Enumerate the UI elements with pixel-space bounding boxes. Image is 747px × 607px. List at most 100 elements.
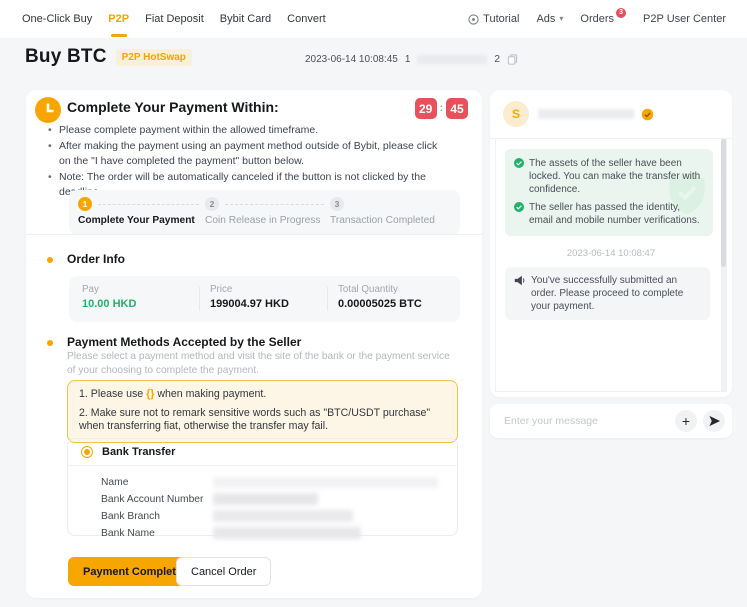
nav-item-tutorial[interactable]: Tutorial <box>468 0 519 38</box>
nav-item-p2p-user-center[interactable]: P2P User Center <box>643 0 726 38</box>
payment-panel: Complete Your Payment Within: 29 : 45 Pl… <box>26 90 482 598</box>
step-3-circle: 3 <box>330 197 344 211</box>
bank-bankname-label: Bank Name <box>101 528 213 539</box>
payment-timer: 29 : 45 <box>415 98 468 119</box>
redacted-value <box>213 510 353 522</box>
timer-minutes: 29 <box>415 98 437 119</box>
bank-account-label: Bank Account Number <box>101 494 213 505</box>
nav-item-bybit-card[interactable]: Bybit Card <box>220 0 271 38</box>
step-2-label: Coin Release in Progress <box>205 215 321 226</box>
order-info-title: Order Info <box>67 252 125 266</box>
nav-item-p2p[interactable]: P2P <box>108 0 129 38</box>
instruction-item: Please complete payment within the allow… <box>46 123 450 138</box>
chat-input-bar: + <box>490 404 732 438</box>
check-circle-icon <box>514 202 524 212</box>
seller-notice-box: 1. Please use {} when making payment. 2.… <box>67 380 458 443</box>
bank-detail-row: Name <box>101 474 444 490</box>
redacted-value <box>213 477 438 488</box>
price-label: Price <box>210 284 232 295</box>
timer-colon: : <box>440 103 443 114</box>
order-info-box: Pay 10.00 HKD Price 199004.97 HKD Total … <box>69 276 460 322</box>
chat-panel: S The assets of the seller have been loc… <box>490 90 732 397</box>
order-no-redacted <box>417 55 487 64</box>
seller-notice-line-1: 1. Please use {} when making payment. <box>79 388 446 402</box>
top-nav: One-Click Buy P2P Fiat Deposit Bybit Car… <box>0 0 747 38</box>
pay-value: 10.00 HKD <box>82 298 136 310</box>
step-1-circle: 1 <box>78 197 92 211</box>
field-divider <box>327 287 328 311</box>
page-title: Buy BTC <box>25 46 107 68</box>
step-3-label: Transaction Completed <box>330 215 435 226</box>
message-input[interactable] <box>504 415 669 427</box>
page-header: Buy BTC P2P HotSwap <box>25 46 192 68</box>
chat-timestamp: 2023-06-14 10:08:47 <box>496 248 726 259</box>
nav-item-ads[interactable]: Ads ▾ <box>536 0 563 38</box>
orders-count-badge: 3 <box>616 8 626 18</box>
safety-notice-item: The assets of the seller have been locke… <box>514 157 704 196</box>
pay-label: Pay <box>82 284 99 295</box>
payment-deadline-title: Complete Your Payment Within: <box>67 99 279 115</box>
order-no-start: 1 <box>405 54 411 65</box>
payment-methods-title: Payment Methods Accepted by the Seller <box>67 335 301 349</box>
section-dot-icon <box>47 257 53 263</box>
seller-name-redacted <box>538 109 634 119</box>
nav-item-one-click-buy[interactable]: One-Click Buy <box>22 0 92 38</box>
redacted-value <box>213 527 361 539</box>
megaphone-icon <box>514 275 525 286</box>
total-quantity-label: Total Quantity <box>338 284 398 295</box>
safety-notice-box: The assets of the seller have been locke… <box>505 149 713 236</box>
attach-button[interactable]: + <box>675 410 697 432</box>
seller-notice-line-2: 2. Make sure not to remark sensitive wor… <box>79 407 446 434</box>
bank-detail-row: Bank Branch <box>101 508 444 524</box>
section-divider <box>26 234 482 235</box>
tutorial-label: Tutorial <box>483 0 519 38</box>
system-message-bubble: You've successfully submitted an order. … <box>505 267 710 320</box>
cancel-order-button[interactable]: Cancel Order <box>176 557 271 586</box>
price-value: 199004.97 HKD <box>210 298 289 310</box>
check-circle-icon <box>514 158 524 168</box>
send-icon <box>708 415 721 427</box>
progress-steps: 1 2 3 Complete Your Payment Coin Release… <box>69 190 460 235</box>
nav-item-fiat-deposit[interactable]: Fiat Deposit <box>145 0 204 38</box>
ads-label: Ads <box>536 0 555 38</box>
bank-details: Name Bank Account Number Bank Branch Ban… <box>68 466 457 541</box>
verified-badge-icon <box>641 108 654 121</box>
chevron-down-icon: ▾ <box>559 0 563 38</box>
hotswap-badge: P2P HotSwap <box>116 49 192 66</box>
order-datetime: 2023-06-14 10:08:45 <box>305 54 398 65</box>
nav-item-convert[interactable]: Convert <box>287 0 326 38</box>
bank-transfer-radio[interactable] <box>81 446 93 458</box>
seller-row: S <box>503 101 654 127</box>
chat-scrollbar-thumb[interactable] <box>721 139 726 267</box>
chat-message-area[interactable]: The assets of the seller have been locke… <box>495 139 727 392</box>
seller-avatar[interactable]: S <box>503 101 529 127</box>
section-dot-icon <box>47 340 53 346</box>
instruction-item: After making the payment using an paymen… <box>46 139 450 169</box>
send-button[interactable] <box>703 410 725 432</box>
safety-notice-item: The seller has passed the identity, emai… <box>514 201 704 227</box>
plus-icon: + <box>682 414 690 428</box>
bank-detail-row: Bank Account Number <box>101 491 444 507</box>
payment-methods-subtitle: Please select a payment method and visit… <box>67 350 457 378</box>
step-connector <box>98 204 199 205</box>
nav-right-group: Tutorial Ads ▾ Orders 3 P2P User Center <box>468 0 726 38</box>
total-quantity-value: 0.00005025 BTC <box>338 298 422 310</box>
bank-branch-label: Bank Branch <box>101 511 213 522</box>
nav-item-orders[interactable]: Orders 3 <box>580 0 626 38</box>
field-divider <box>199 287 200 311</box>
bank-transfer-header[interactable]: Bank Transfer <box>68 439 457 466</box>
bank-transfer-card: Bank Transfer Name Bank Account Number B… <box>67 438 458 536</box>
bank-name-label: Name <box>101 477 213 488</box>
nav-left-group: One-Click Buy P2P Fiat Deposit Bybit Car… <box>22 0 326 38</box>
orders-label: Orders <box>580 0 614 38</box>
order-meta: 2023-06-14 10:08:45 1 2 <box>305 54 518 65</box>
timer-seconds: 45 <box>446 98 468 119</box>
step-2-circle: 2 <box>205 197 219 211</box>
copy-icon[interactable] <box>507 54 518 65</box>
order-no-end: 2 <box>494 54 500 65</box>
bank-transfer-label: Bank Transfer <box>102 446 175 458</box>
redacted-value <box>213 493 318 505</box>
step-1-label: Complete Your Payment <box>78 215 195 226</box>
tutorial-icon <box>468 14 479 25</box>
bank-detail-row: Bank Name <box>101 525 444 541</box>
